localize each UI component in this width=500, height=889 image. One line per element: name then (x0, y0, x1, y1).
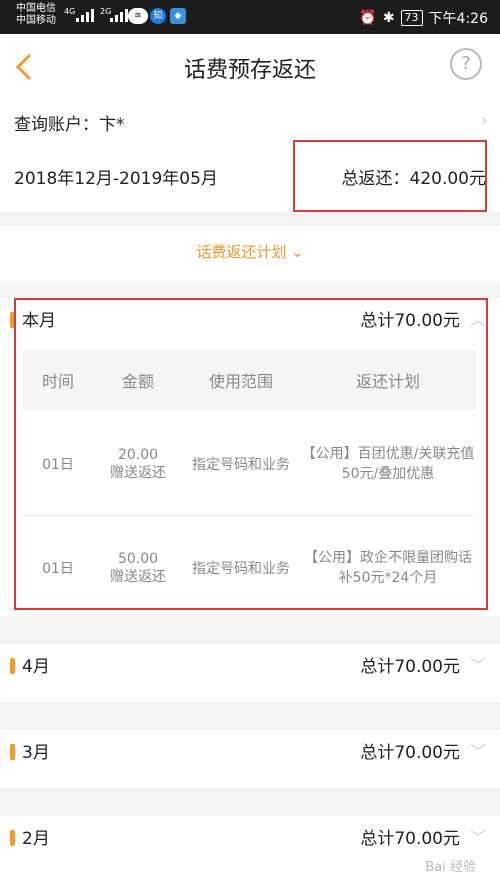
status-bar: 中国电信 中国移动 4G 2G ≋ 知 ◆ ⏰ ✱ 73 下午4:26 (0, 0, 500, 34)
month-sum: 总计70.00元 (360, 829, 460, 849)
carrier-label: 中国电信 中国移动 (16, 3, 56, 26)
highlight-box (293, 140, 487, 212)
watermark: Bai 经验 (425, 860, 476, 875)
page-title: 话费预存返还 (183, 58, 316, 83)
chevron-down-icon[interactable]: ﹀ (470, 652, 486, 676)
account-label[interactable]: 查询账户：卞* (14, 110, 125, 135)
month-sum: 总计70.00元 (360, 657, 460, 677)
month-label: 3月 (22, 743, 50, 763)
signal-icon (76, 9, 94, 22)
accent-bar (10, 658, 15, 674)
month-card-march[interactable]: 3月 总计70.00元 ﹀ (0, 730, 500, 788)
alarm-icon: ⏰ (359, 10, 377, 26)
plan-toggle[interactable]: 话费返还计划 ⌄ (0, 226, 500, 282)
month-sum: 总计70.00元 (360, 743, 460, 763)
signal-icon-2 (110, 9, 128, 22)
month-label: 4月 (22, 657, 50, 677)
month-label: 2月 (22, 829, 50, 849)
chevron-down-icon[interactable]: ﹀ (470, 738, 486, 762)
battery-icon: 73 (400, 10, 423, 26)
highlight-box (14, 298, 488, 610)
app-header: 话费预存返还 ? (0, 34, 500, 100)
accent-bar (10, 744, 15, 760)
status-right: ⏰ ✱ 73 下午4:26 (359, 8, 488, 28)
app-icon: ◆ (170, 8, 186, 24)
period-label: 2018年12月-2019年05月 (14, 169, 218, 189)
network-type: 4G (64, 7, 76, 16)
help-icon[interactable]: ? (450, 48, 482, 80)
wifi-icon: ≋ (128, 8, 148, 24)
bluetooth-icon: ✱ (382, 10, 395, 26)
zhihu-app-icon: 知 (150, 8, 166, 24)
month-card-february[interactable]: 2月 总计70.00元 ﹀ (0, 816, 500, 889)
month-card-april[interactable]: 4月 总计70.00元 ﹀ (0, 644, 500, 702)
chevron-down-icon[interactable]: ﹀ (470, 824, 486, 848)
clock: 下午4:26 (428, 11, 488, 27)
chevron-right-icon[interactable]: › (481, 110, 488, 131)
accent-bar (10, 830, 15, 846)
